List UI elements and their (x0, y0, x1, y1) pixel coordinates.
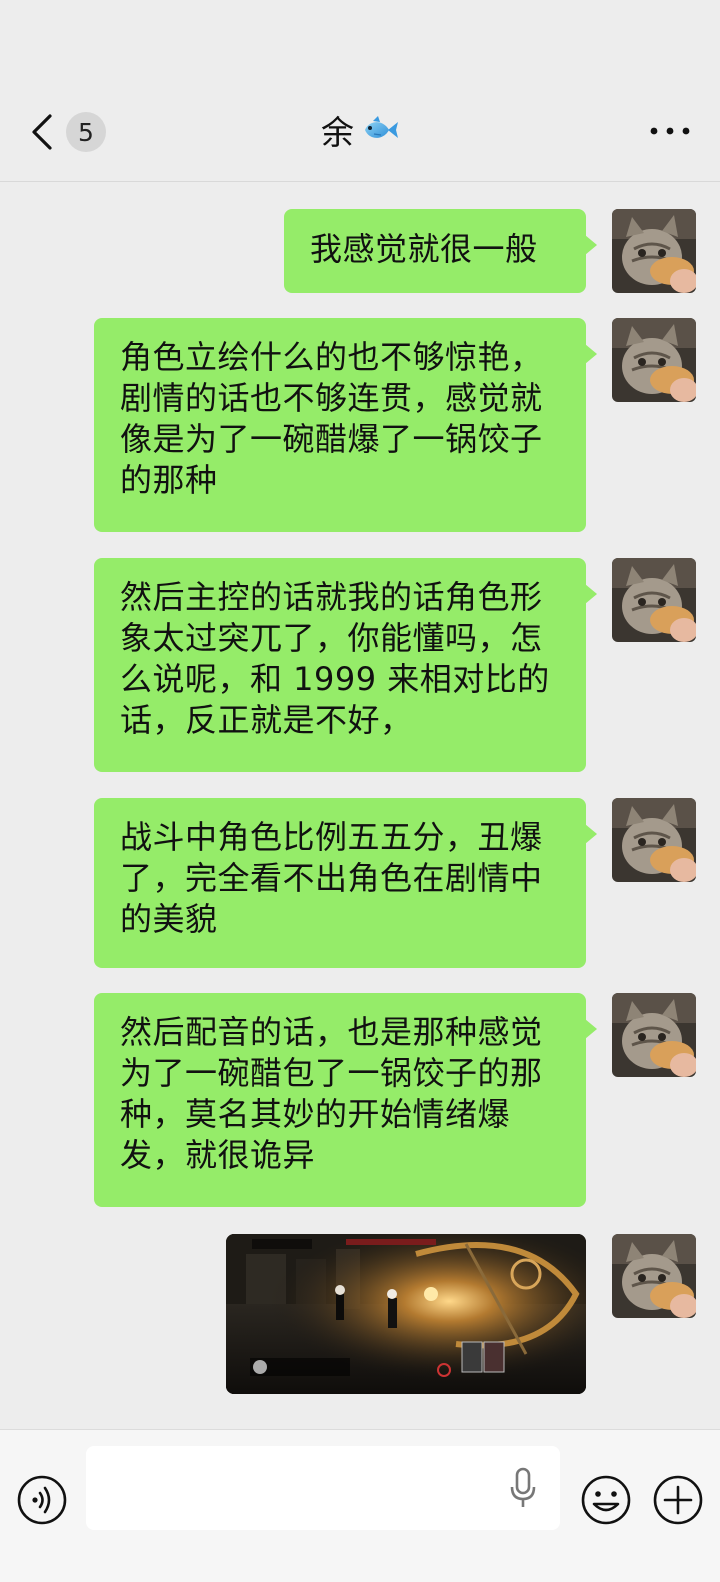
message-bubble[interactable]: 战斗中角色比例五五分，丑爆了，完全看不出角色在剧情中的美貌 (94, 798, 597, 968)
chat-screen: 5 余 我感觉就很一般 角色立绘什么的也不够惊艳，剧情的话也不够连贯，感觉就像是… (0, 0, 720, 1582)
chat-header: 5 余 (0, 0, 720, 182)
fish-icon (365, 116, 398, 138)
cat-avatar-icon (612, 993, 696, 1077)
cat-avatar-icon (612, 798, 696, 882)
message-bubble[interactable]: 然后配音的话，也是那种感觉为了一碗醋包了一锅饺子的那种，莫名其妙的开始情绪爆发，… (94, 993, 597, 1207)
message-bubble[interactable]: 我感觉就很一般 (284, 209, 597, 293)
message-text: 战斗中角色比例五五分，丑爆了，完全看不出角色在剧情中的美貌 (120, 818, 543, 938)
message-bubble[interactable]: 角色立绘什么的也不够惊艳，剧情的话也不够连贯，感觉就像是为了一碗醋爆了一锅饺子的… (94, 318, 597, 532)
avatar[interactable] (612, 993, 696, 1077)
avatar[interactable] (612, 318, 696, 402)
message-input[interactable] (86, 1446, 560, 1530)
message-bubble[interactable]: 然后主控的话就我的话角色形象太过突兀了，你能懂吗，怎么说呢，和 1999 来相对… (94, 558, 597, 772)
chat-title: 余 (0, 106, 720, 154)
voice-input-icon[interactable] (16, 1474, 68, 1526)
cat-avatar-icon (612, 209, 696, 293)
message-text: 我感觉就很一般 (310, 230, 538, 268)
message-text: 然后主控的话就我的话角色形象太过突兀了，你能懂吗，怎么说呢，和 1999 来相对… (120, 578, 550, 739)
more-horizontal-icon[interactable] (646, 116, 694, 146)
cat-avatar-icon (612, 558, 696, 642)
avatar[interactable] (612, 798, 696, 882)
microphone-icon[interactable] (508, 1466, 538, 1510)
contact-name: 余 (321, 113, 355, 152)
message-text: 然后配音的话，也是那种感觉为了一碗醋包了一锅饺子的那种，莫名其妙的开始情绪爆发，… (120, 1013, 543, 1174)
game-scene-image (226, 1234, 586, 1394)
avatar[interactable] (612, 1234, 696, 1318)
message-list[interactable]: 我感觉就很一般 角色立绘什么的也不够惊艳，剧情的话也不够连贯，感觉就像是为了一碗… (0, 183, 720, 1429)
avatar[interactable] (612, 558, 696, 642)
message-text: 角色立绘什么的也不够惊艳，剧情的话也不够连贯，感觉就像是为了一碗醋爆了一锅饺子的… (120, 338, 543, 499)
emoji-icon[interactable] (580, 1474, 632, 1526)
cat-avatar-icon (612, 318, 696, 402)
cat-avatar-icon (612, 1234, 696, 1318)
input-bar (0, 1429, 720, 1582)
add-more-icon[interactable] (652, 1474, 704, 1526)
avatar[interactable] (612, 209, 696, 293)
game-screenshot-image[interactable] (226, 1234, 586, 1394)
